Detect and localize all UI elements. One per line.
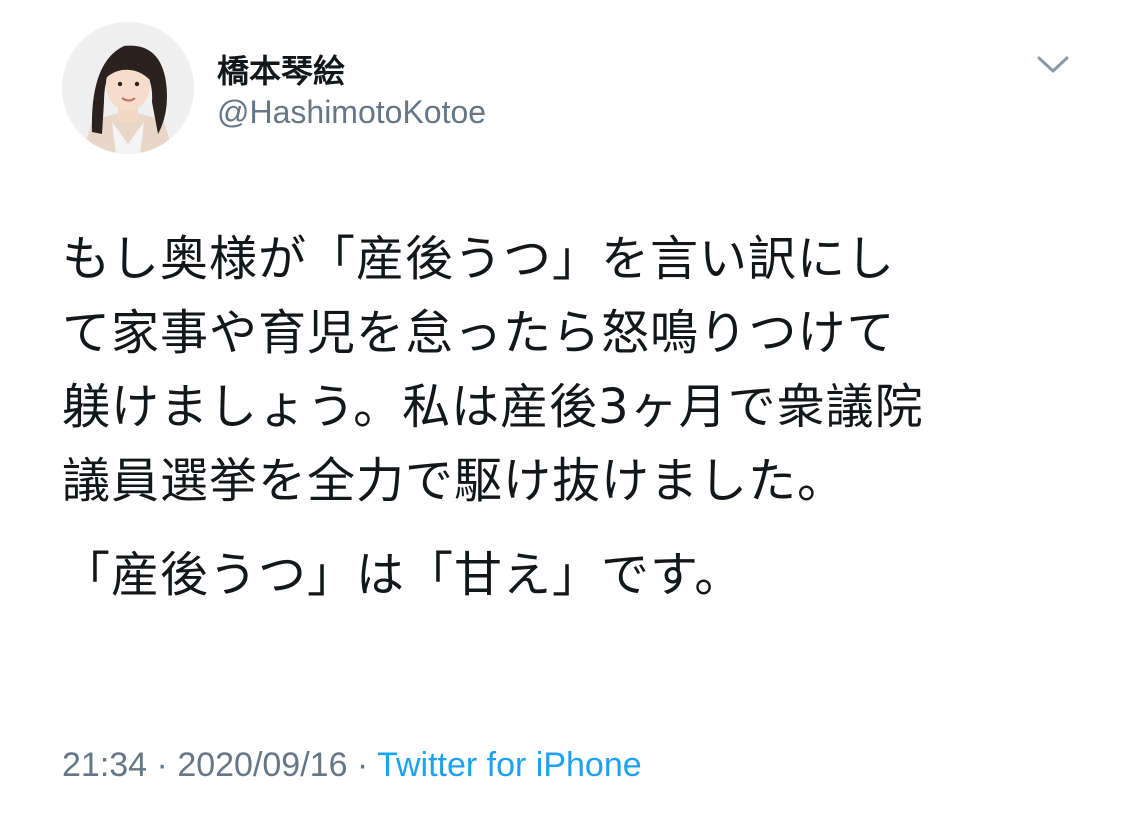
meta-separator: · [347, 746, 378, 784]
avatar[interactable] [62, 22, 194, 154]
user-handle[interactable]: @HashimotoKotoe [217, 94, 486, 131]
tweet-text: もし奥様が「産後うつ」を言い訳にし て家事や育児を怠ったら怒鳴りつけて 躾けまし… [62, 222, 1072, 612]
tweet-line: 議員選挙を全力で駆け抜けました。 [62, 453, 847, 509]
tweet-line: もし奥様が「産後うつ」を言い訳にし [62, 231, 896, 287]
tweet-date[interactable]: 2020/09/16 [177, 746, 347, 784]
tweet-source-link[interactable]: Twitter for iPhone [377, 746, 642, 784]
avatar-image [62, 22, 194, 154]
chevron-down-icon[interactable] [1033, 48, 1073, 80]
tweet-second-paragraph: 「産後うつ」は「甘え」です。 [62, 547, 744, 603]
tweet-line: て家事や育児を怠ったら怒鳴りつけて [62, 305, 896, 361]
tweet-meta: 21:34 · 2020/09/16 · Twitter for iPhone [62, 746, 642, 785]
meta-separator: · [147, 746, 178, 784]
display-name[interactable]: 橋本琴絵 [217, 46, 345, 92]
tweet-time[interactable]: 21:34 [62, 746, 147, 784]
tweet-line: 躾けましょう。私は産後3ヶ月で衆議院 [62, 379, 924, 435]
